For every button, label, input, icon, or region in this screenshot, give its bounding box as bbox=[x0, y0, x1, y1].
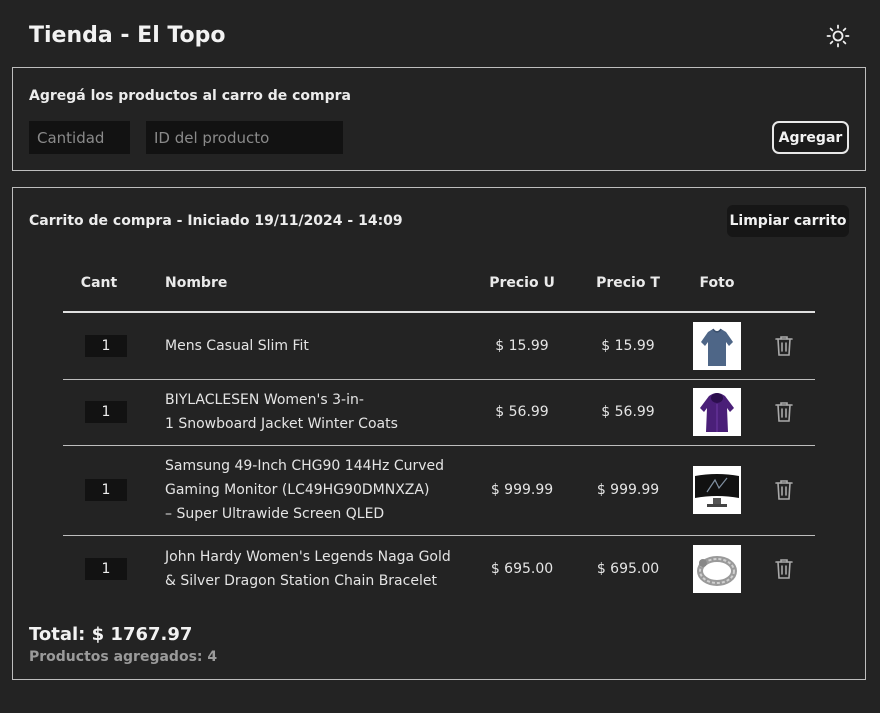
row-total-price: $ 15.99 bbox=[601, 337, 655, 354]
trash-icon bbox=[775, 402, 793, 422]
monitor-photo bbox=[693, 466, 741, 514]
app-title: Tienda - El Topo bbox=[29, 23, 226, 48]
trash-icon bbox=[775, 335, 793, 356]
photo-cell bbox=[681, 444, 753, 535]
cart-title: Carrito de compra - Iniciado 19/11/2024 … bbox=[29, 213, 403, 229]
blue-shirt-photo bbox=[693, 321, 741, 370]
row-total-price: $ 695.00 bbox=[575, 534, 681, 602]
actions-cell bbox=[753, 534, 815, 602]
row-name: BIYLACLESEN Women's 3-in- 1 Snowboard Ja… bbox=[135, 378, 469, 445]
row-name: Mens Casual Slim Fit bbox=[135, 312, 469, 379]
trash-icon bbox=[775, 480, 793, 500]
product-id-input[interactable] bbox=[146, 121, 343, 154]
table-row: 1 Samsung 49-Inch CHG90 144Hz Curved Gam… bbox=[63, 444, 815, 535]
row-qty[interactable]: 1 bbox=[85, 479, 127, 501]
qty-cell: 1 bbox=[63, 378, 135, 445]
photo-cell bbox=[681, 312, 753, 379]
table-row: 1 BIYLACLESEN Women's 3-in- 1 Snowboard … bbox=[63, 378, 815, 445]
column-header-actions bbox=[753, 254, 815, 313]
column-header-total-price: Precio T bbox=[575, 254, 681, 313]
cart-table: Cant Nombre Precio U Precio T Foto 1 Men… bbox=[63, 254, 815, 602]
row-qty[interactable]: 1 bbox=[85, 557, 127, 580]
qty-cell: 1 bbox=[63, 312, 135, 379]
row-name-line: BIYLACLESEN Women's 3-in- bbox=[165, 392, 364, 408]
row-name-line: – Super Ultrawide Screen QLED bbox=[165, 506, 385, 522]
row-name: John Hardy Women's Legends Naga Gold & S… bbox=[135, 534, 469, 602]
row-name-line: John Hardy Women's Legends Naga Gold bbox=[165, 548, 451, 565]
add-panel-title: Agregá los productos al carro de compra bbox=[29, 88, 352, 104]
photo-cell bbox=[681, 378, 753, 445]
header: Tienda - El Topo bbox=[0, 0, 880, 67]
bracelet-photo bbox=[693, 544, 741, 593]
delete-item-button[interactable] bbox=[774, 479, 794, 501]
row-total-price: $ 56.99 bbox=[575, 378, 681, 445]
actions-cell bbox=[753, 312, 815, 379]
row-name-line: Gaming Monitor (LC49HG90DMNXZA) bbox=[165, 482, 430, 498]
products-count: Productos agregados: 4 bbox=[29, 649, 218, 665]
theme-toggle-button[interactable] bbox=[824, 22, 852, 50]
column-header-unit-price: Precio U bbox=[469, 254, 575, 313]
quantity-input[interactable] bbox=[29, 121, 130, 154]
add-button[interactable]: Agregar bbox=[772, 121, 849, 154]
row-name-line: 1 Snowboard Jacket Winter Coats bbox=[165, 416, 398, 432]
row-total-price: $ 999.99 bbox=[575, 444, 681, 535]
row-unit-price: $ 999.99 bbox=[469, 444, 575, 535]
row-qty[interactable]: 1 bbox=[85, 334, 127, 357]
row-name-line: Samsung 49-Inch CHG90 144Hz Curved bbox=[165, 458, 445, 474]
table-row: 1 John Hardy Women's Legends Naga Gold &… bbox=[63, 534, 815, 602]
table-header-row: Cant Nombre Precio U Precio T Foto bbox=[63, 254, 815, 313]
row-name-line: Mens Casual Slim Fit bbox=[165, 337, 309, 354]
qty-cell: 1 bbox=[63, 534, 135, 602]
add-product-panel: Agregá los productos al carro de compra … bbox=[12, 67, 866, 171]
actions-cell bbox=[753, 444, 815, 535]
row-qty[interactable]: 1 bbox=[85, 401, 127, 423]
clear-cart-button[interactable]: Limpiar carrito bbox=[727, 205, 849, 237]
column-header-photo: Foto bbox=[681, 254, 753, 313]
photo-cell bbox=[681, 534, 753, 602]
row-name-line: & Silver Dragon Station Chain Bracelet bbox=[165, 572, 437, 589]
purple-jacket-photo bbox=[693, 388, 741, 436]
actions-cell bbox=[753, 378, 815, 445]
delete-item-button[interactable] bbox=[774, 558, 794, 580]
qty-cell: 1 bbox=[63, 444, 135, 535]
sun-icon bbox=[826, 24, 850, 48]
row-unit-price: $ 15.99 bbox=[495, 337, 549, 354]
column-header-name: Nombre bbox=[135, 254, 469, 313]
trash-icon bbox=[775, 558, 793, 579]
cart-total: Total: $ 1767.97 bbox=[29, 624, 193, 645]
cart-panel: Carrito de compra - Iniciado 19/11/2024 … bbox=[12, 187, 866, 680]
column-header-qty: Cant bbox=[63, 254, 135, 313]
delete-item-button[interactable] bbox=[774, 401, 794, 423]
delete-item-button[interactable] bbox=[774, 335, 794, 357]
row-unit-price: $ 56.99 bbox=[469, 378, 575, 445]
row-name: Samsung 49-Inch CHG90 144Hz Curved Gamin… bbox=[135, 444, 469, 535]
table-row: 1 Mens Casual Slim Fit $ 15.99 $ 15.99 bbox=[63, 312, 815, 379]
row-unit-price: $ 695.00 bbox=[469, 534, 575, 602]
